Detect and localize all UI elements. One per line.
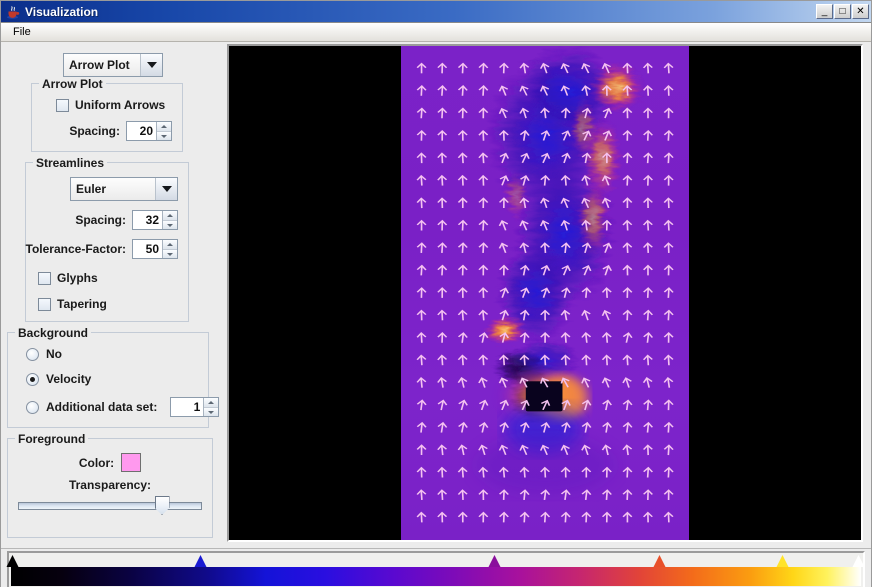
spinner-up-icon[interactable]: [157, 122, 171, 131]
main-body: Arrow Plot Arrow Plot Uniform Arrows Spa…: [1, 42, 871, 548]
triangle-up-icon: [7, 555, 19, 567]
uniform-arrows-row: Uniform Arrows: [42, 98, 172, 112]
colorbar-handle-0[interactable]: [6, 555, 19, 568]
glyphs-checkbox[interactable]: Glyphs: [38, 271, 98, 285]
uniform-arrows-checkbox[interactable]: Uniform Arrows: [56, 98, 165, 112]
transparency-slider[interactable]: [18, 495, 202, 515]
tolerance-factor-row: Tolerance-Factor: 50: [36, 239, 178, 259]
triangle-up-icon: [195, 555, 207, 567]
visualization-mode-value: Arrow Plot: [64, 54, 141, 76]
radio-icon[interactable]: [26, 401, 39, 414]
integrator-row: Euler: [36, 177, 178, 201]
spinner-down-icon[interactable]: [163, 249, 177, 258]
uniform-arrows-label: Uniform Arrows: [75, 98, 165, 112]
colorbar-gradient[interactable]: [11, 567, 861, 586]
window-title-bar: Visualization _ □ ✕: [1, 1, 871, 23]
window-title: Visualization: [25, 5, 815, 19]
foreground-group: Foreground Color: Transparency:: [7, 438, 213, 538]
background-option-velocity[interactable]: Velocity: [18, 372, 198, 386]
colorbar-handle-4[interactable]: [776, 555, 789, 568]
java-coffee-cup-icon: [5, 4, 21, 20]
background-option-no[interactable]: No: [18, 347, 198, 361]
streamlines-group-title: Streamlines: [33, 156, 107, 170]
streamline-spacing-spinner[interactable]: 32: [132, 210, 178, 230]
transfer-function-colorbar[interactable]: [7, 551, 865, 587]
background-group-title: Background: [15, 326, 91, 340]
tolerance-factor-spinner[interactable]: 50: [132, 239, 178, 259]
glyphs-row: Glyphs: [36, 271, 178, 285]
background-option-no-label: No: [46, 347, 62, 361]
spinner-down-icon[interactable]: [157, 131, 171, 140]
foreground-group-title: Foreground: [15, 432, 88, 446]
colorbar-handle-5[interactable]: [852, 555, 865, 568]
checkbox-box-icon[interactable]: [38, 298, 51, 311]
triangle-up-icon: [852, 555, 864, 567]
arrow-spacing-label: Spacing:: [69, 124, 120, 138]
triangle-up-icon: [776, 555, 788, 567]
tapering-label: Tapering: [57, 297, 107, 311]
tolerance-factor-label: Tolerance-Factor:: [26, 242, 126, 256]
streamlines-group: Streamlines Euler Spacing: 32: [25, 162, 189, 322]
tolerance-factor-value[interactable]: 50: [133, 240, 162, 258]
visualization-area: [225, 42, 871, 548]
background-option-additional-label: Additional data set:: [46, 400, 157, 414]
transparency-label: Transparency:: [69, 478, 151, 492]
triangle-up-icon: [653, 555, 665, 567]
control-panel: Arrow Plot Arrow Plot Uniform Arrows Spa…: [1, 42, 225, 548]
streamline-integrator-value: Euler: [71, 178, 156, 200]
glyphs-label: Glyphs: [57, 271, 98, 285]
colorbar-handle-3[interactable]: [653, 555, 666, 568]
background-option-additional[interactable]: Additional data set: 1: [18, 397, 198, 417]
streamline-spacing-row: Spacing: 32: [36, 210, 178, 230]
tapering-row: Tapering: [36, 297, 178, 311]
background-option-velocity-label: Velocity: [46, 372, 91, 386]
maximize-button[interactable]: □: [834, 4, 851, 19]
spinner-down-icon[interactable]: [204, 407, 218, 416]
arrow-spacing-spinner[interactable]: 20: [126, 121, 172, 141]
transparency-label-row: Transparency:: [18, 478, 202, 492]
slider-thumb[interactable]: [155, 496, 170, 515]
arrow-spacing-value[interactable]: 20: [127, 122, 156, 140]
chevron-down-icon[interactable]: [141, 54, 162, 76]
streamline-integrator-combo[interactable]: Euler: [70, 177, 178, 201]
menu-item-file[interactable]: File: [7, 25, 37, 39]
menu-bar: File: [1, 23, 871, 42]
close-button[interactable]: ✕: [852, 4, 869, 19]
additional-dataset-spinner[interactable]: 1: [170, 397, 219, 417]
arrow-spacing-row: Spacing: 20: [42, 121, 172, 141]
radio-icon[interactable]: [26, 348, 39, 361]
colorbar-handle-1[interactable]: [194, 555, 207, 568]
triangle-up-icon: [489, 555, 501, 567]
arrow-plot-group: Arrow Plot Uniform Arrows Spacing: 20: [31, 83, 183, 152]
chevron-down-icon[interactable]: [156, 178, 177, 200]
minimize-button[interactable]: _: [816, 4, 833, 19]
slider-track[interactable]: [18, 502, 202, 510]
spinner-up-icon[interactable]: [163, 240, 177, 249]
tapering-checkbox[interactable]: Tapering: [38, 297, 107, 311]
foreground-color-swatch[interactable]: [121, 453, 141, 472]
radio-icon-selected[interactable]: [26, 373, 39, 386]
streamline-spacing-value[interactable]: 32: [133, 211, 162, 229]
streamline-spacing-label: Spacing:: [75, 213, 126, 227]
spinner-up-icon[interactable]: [204, 398, 218, 407]
application-window: Visualization _ □ ✕ File Arrow Plot Arro…: [0, 0, 872, 587]
spinner-up-icon[interactable]: [163, 211, 177, 220]
colorbar-panel: [1, 548, 871, 587]
visualization-mode-combo[interactable]: Arrow Plot: [63, 53, 163, 77]
arrow-plot-group-title: Arrow Plot: [39, 77, 106, 91]
flow-visualization-canvas[interactable]: [401, 46, 689, 540]
foreground-color-row: Color:: [18, 453, 202, 472]
colorbar-handle-2[interactable]: [488, 555, 501, 568]
spinner-down-icon[interactable]: [163, 220, 177, 229]
background-group: Background No Velocity Additional data s…: [7, 332, 209, 428]
visualization-frame[interactable]: [227, 44, 863, 542]
checkbox-box-icon[interactable]: [56, 99, 69, 112]
additional-dataset-value[interactable]: 1: [171, 398, 203, 416]
checkbox-box-icon[interactable]: [38, 272, 51, 285]
foreground-color-label: Color:: [79, 456, 114, 470]
